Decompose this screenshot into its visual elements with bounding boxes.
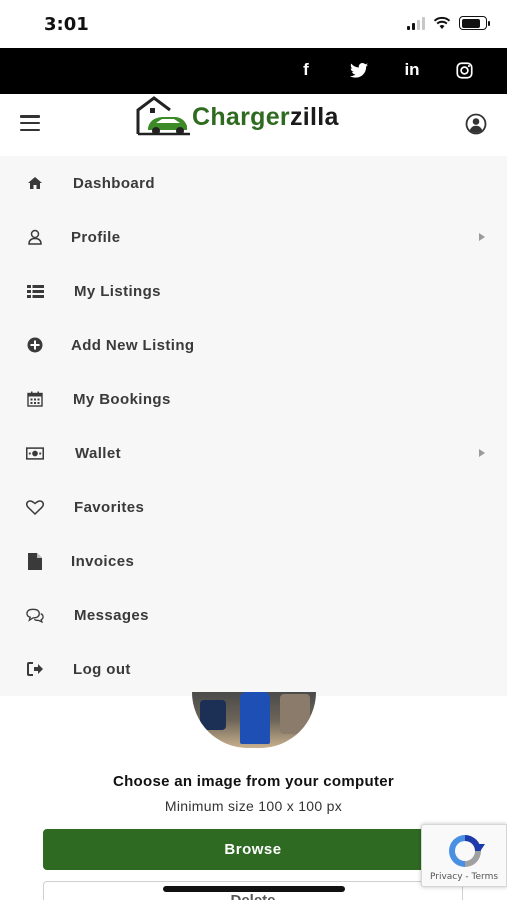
- recaptcha-links[interactable]: Privacy - Terms: [422, 872, 506, 882]
- menu-item-label: Log out: [73, 660, 131, 678]
- list-icon: [26, 282, 44, 300]
- twitter-icon[interactable]: [350, 62, 368, 78]
- menu-item-add-new-listing[interactable]: Add New Listing: [0, 318, 507, 372]
- signal-icon: [407, 16, 425, 30]
- linkedin-icon[interactable]: in: [402, 60, 422, 80]
- upload-title: Choose an image from your computer: [112, 773, 395, 790]
- menu-item-label: My Bookings: [73, 390, 171, 408]
- sidebar-menu: Dashboard Profile My Listings Add New Li…: [0, 156, 507, 696]
- user-icon: [26, 228, 44, 246]
- status-icons: [407, 16, 490, 30]
- menu-item-label: Add New Listing: [71, 336, 195, 354]
- logo-text: Chargerzilla: [192, 102, 339, 131]
- logo-house-car-icon: [136, 96, 190, 136]
- menu-item-messages[interactable]: Messages: [0, 588, 507, 642]
- sign-out-icon: [26, 660, 44, 678]
- home-indicator[interactable]: [163, 886, 345, 892]
- upload-min-size: Minimum size 100 x 100 px: [164, 798, 343, 814]
- menu-item-label: Invoices: [71, 552, 135, 570]
- battery-icon: [459, 16, 490, 30]
- menu-item-label: Dashboard: [73, 174, 155, 192]
- chargerzilla-logo[interactable]: Chargerzilla: [134, 96, 339, 138]
- browse-button[interactable]: Browse: [43, 829, 463, 870]
- menu-item-invoices[interactable]: Invoices: [0, 534, 507, 588]
- recaptcha-icon: [449, 835, 485, 867]
- profile-photo: [192, 692, 316, 748]
- chevron-right-icon[interactable]: [479, 233, 485, 241]
- chevron-right-icon[interactable]: [479, 449, 485, 457]
- home-icon: [26, 174, 44, 192]
- file-icon: [26, 552, 44, 570]
- menu-item-profile[interactable]: Profile: [0, 210, 507, 264]
- heart-icon: [26, 498, 44, 516]
- facebook-icon[interactable]: f: [296, 60, 316, 80]
- status-bar: 3:01: [0, 0, 507, 48]
- menu-item-my-bookings[interactable]: My Bookings: [0, 372, 507, 426]
- calendar-icon: [26, 390, 44, 408]
- comments-icon: [26, 606, 44, 624]
- social-bar: f in: [0, 48, 507, 94]
- app-header: Chargerzilla: [0, 94, 507, 152]
- menu-item-dashboard[interactable]: Dashboard: [0, 156, 507, 210]
- plus-circle-icon: [26, 336, 44, 354]
- menu-item-label: Favorites: [74, 498, 145, 516]
- menu-item-label: My Listings: [74, 282, 161, 300]
- menu-item-label: Profile: [71, 228, 121, 246]
- menu-item-my-listings[interactable]: My Listings: [0, 264, 507, 318]
- menu-item-label: Wallet: [75, 444, 122, 462]
- money-icon: [26, 444, 44, 462]
- menu-item-favorites[interactable]: Favorites: [0, 480, 507, 534]
- wifi-icon: [433, 16, 451, 29]
- menu-item-wallet[interactable]: Wallet: [0, 426, 507, 480]
- user-account-icon[interactable]: [465, 113, 487, 135]
- recaptcha-badge[interactable]: Privacy - Terms: [421, 824, 507, 887]
- hamburger-menu-icon[interactable]: [20, 115, 40, 131]
- instagram-icon[interactable]: [456, 61, 473, 79]
- menu-item-log-out[interactable]: Log out: [0, 642, 507, 696]
- menu-item-label: Messages: [74, 606, 149, 624]
- status-time: 3:01: [44, 14, 89, 35]
